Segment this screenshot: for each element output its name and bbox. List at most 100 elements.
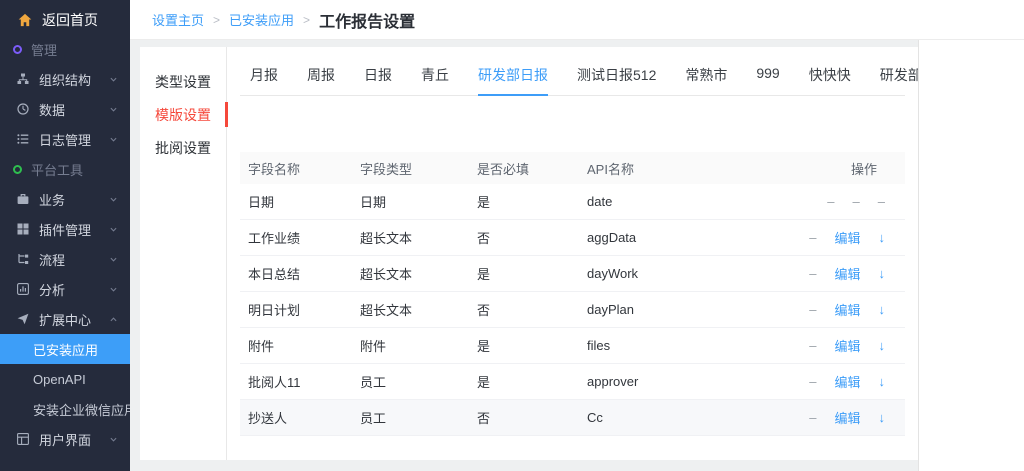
field-table: 字段名称字段类型是否必填API名称操作 日期日期是date–––工作业绩超长文本… [240,152,905,436]
content-row: 类型设置模版设置批阅设置 月报周报日报青丘研发部日报测试日报512 常熟市 999 快… [130,40,1024,471]
cell-required: 否 [469,292,579,328]
sidebar-subitem-安装企业微信应用[interactable]: 安装企业微信应用 [0,394,130,424]
cell-actions: – 编辑 ↓ [785,400,905,436]
edit-button[interactable]: 编辑 [834,300,860,319]
cell-required: 是 [469,184,579,220]
page-title: 工作报告设置 [319,8,415,32]
stats-section: ✓ 显示统计值 开启后，系统统计某个对象内的资料计数或者数值汇总，例如：统计本日… [240,458,905,460]
column-header-API名称: API名称 [579,152,785,184]
cell-type: 超长文本 [352,220,469,256]
sidebar-item-用户界面[interactable]: 用户界面 [0,424,130,454]
edit-button[interactable]: 编辑 [834,336,860,355]
cell-required: 是 [469,364,579,400]
settings-nav-item-批阅设置[interactable]: 批阅设置 [140,131,226,164]
action-placeholder: – [809,410,816,425]
sidebar-item-分析[interactable]: 分析 [0,274,130,304]
sidebar-item-扩展中心[interactable]: 扩展中心 [0,304,130,334]
action-placeholder: – [827,194,834,209]
main-area: 设置主页>已安装应用>工作报告设置 类型设置模版设置批阅设置 月报周报日报青丘研… [130,0,1024,471]
chevron-down-icon [109,135,118,144]
cell-api: files [579,328,785,364]
tab-测试日报512[interactable]: 测试日报512 [577,47,656,95]
app-window: 返回首页 管理组织结构数据日志管理平台工具业务插件管理流程分析扩展中心已安装应用… [0,0,1024,471]
tab-月报[interactable]: 月报 [250,47,278,95]
settings-nav-item-模版设置[interactable]: 模版设置 [140,98,226,131]
cell-type: 超长文本 [352,256,469,292]
cell-name: 批阅人11 [240,364,352,400]
page-background: 类型设置模版设置批阅设置 月报周报日报青丘研发部日报测试日报512 常熟市 999 快… [130,40,918,471]
chevron-down-icon [109,225,118,234]
chevron-up-icon [109,315,118,324]
sidebar: 返回首页 管理组织结构数据日志管理平台工具业务插件管理流程分析扩展中心已安装应用… [0,0,130,471]
table-row-批阅人11: 批阅人11员工是approver–编辑↓ [240,364,905,400]
cell-required: 是 [469,256,579,292]
breadcrumb-link[interactable]: 设置主页 [152,10,204,29]
sidebar-item-日志管理[interactable]: 日志管理 [0,124,130,154]
move-down-icon[interactable]: ↓ [879,230,886,245]
sidebar-group-label: 平台工具 [31,160,83,179]
breadcrumb-separator: > [213,13,220,27]
cell-required: 是 [469,328,579,364]
table-row-日期: 日期日期是date––– [240,184,905,220]
chart-icon [17,283,29,295]
cell-api: dayPlan [579,292,785,328]
tab-研发部日报[interactable]: 研发部日报 [478,47,548,96]
cell-actions: ––– [785,184,905,220]
action-placeholder: – [809,230,816,245]
breadcrumb-separator: > [303,13,310,27]
cell-name: 明日计划 [240,292,352,328]
cell-actions: – 编辑 ↓ [785,328,905,364]
secondary-panel [918,40,1024,471]
ring-icon [13,165,22,174]
cell-name: 附件 [240,328,352,364]
tab-研发部月报[interactable]: 研发部月报 [880,47,918,95]
edit-button[interactable]: 编辑 [834,408,860,427]
tab-999[interactable]: 999 [756,47,779,95]
ring-icon [13,45,22,54]
move-down-icon[interactable]: ↓ [879,338,886,353]
clock-icon [17,103,29,115]
sidebar-item-流程[interactable]: 流程 [0,244,130,274]
home-icon [18,13,32,27]
sidebar-item-数据[interactable]: 数据 [0,94,130,124]
edit-button[interactable]: 编辑 [834,228,860,247]
cell-actions: –编辑↓ [785,292,905,328]
cell-api: Cc [579,400,785,436]
tab-快快快[interactable]: 快快快 [809,47,851,95]
sidebar-item-组织结构[interactable]: 组织结构 [0,64,130,94]
settings-card: 类型设置模版设置批阅设置 月报周报日报青丘研发部日报测试日报512 常熟市 999 快… [140,47,918,460]
edit-button[interactable]: 编辑 [834,372,860,391]
tab-日报[interactable]: 日报 [364,47,392,95]
move-down-icon[interactable]: ↓ [879,266,886,281]
column-header-字段类型: 字段类型 [352,152,469,184]
back-to-home[interactable]: 返回首页 [0,0,130,34]
cell-actions: –编辑↓ [785,364,905,400]
cell-name: 本日总结 [240,256,352,292]
sidebar-item-业务[interactable]: 业务 [0,184,130,214]
sidebar-item-插件管理[interactable]: 插件管理 [0,214,130,244]
tab-周报[interactable]: 周报 [307,47,335,95]
breadcrumb-link[interactable]: 已安装应用 [229,10,294,29]
cell-type: 附件 [352,328,469,364]
tab-青丘[interactable]: 青丘 [421,47,449,95]
sidebar-group-平台工具[interactable]: 平台工具 [0,154,130,184]
cell-name: 日期 [240,184,352,220]
column-header-是否必填: 是否必填 [469,152,579,184]
sidebar-group-管理[interactable]: 管理 [0,34,130,64]
tab-常熟市[interactable]: 常熟市 [685,47,727,95]
settings-nav-item-类型设置[interactable]: 类型设置 [140,65,226,98]
action-placeholder: – [809,338,816,353]
move-down-icon[interactable]: ↓ [879,302,886,317]
sidebar-subitem-已安装应用[interactable]: 已安装应用 [0,334,130,364]
back-to-home-label: 返回首页 [42,10,98,30]
settings-nav: 类型设置模版设置批阅设置 [140,47,227,460]
move-down-icon[interactable]: ↓ [879,374,886,389]
cell-name: 抄送人 [240,400,352,436]
sidebar-item-label: 插件管理 [39,220,91,239]
move-down-icon[interactable]: ↓ [879,410,886,425]
column-header-操作: 操作 [785,152,905,184]
cell-api: date [579,184,785,220]
sidebar-subitem-OpenAPI[interactable]: OpenAPI [0,364,130,394]
edit-button[interactable]: 编辑 [834,264,860,283]
sidebar-item-label: 组织结构 [39,70,91,89]
